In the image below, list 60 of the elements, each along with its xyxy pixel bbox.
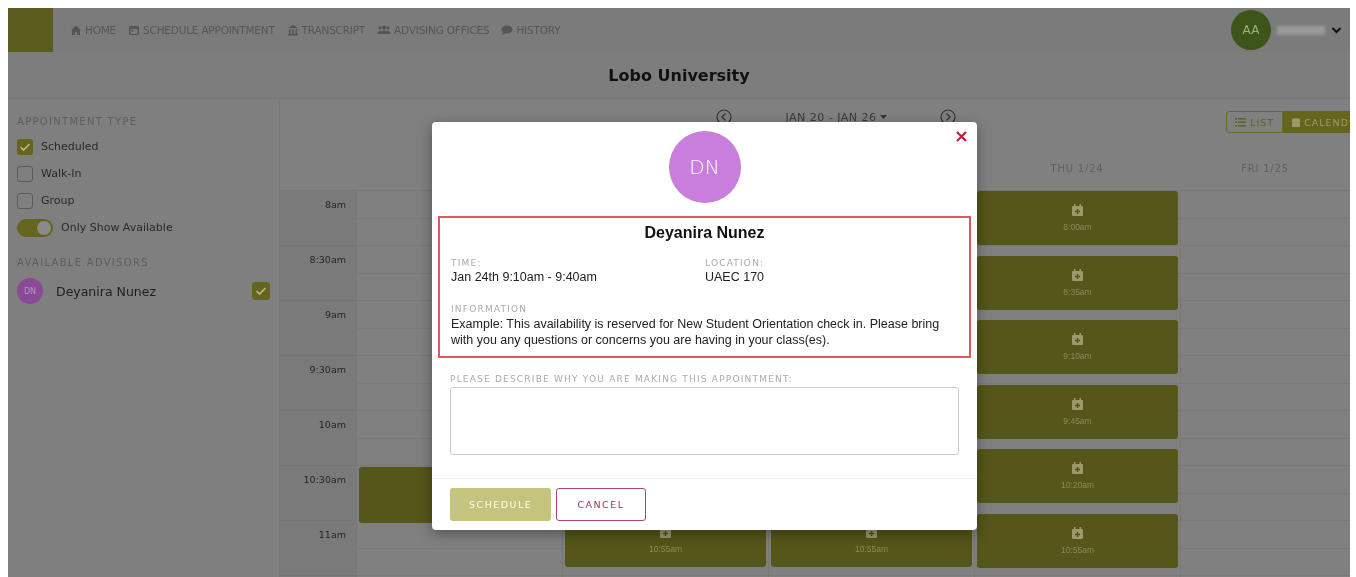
time-slot[interactable]: 9:45am (977, 384, 1178, 439)
checkbox[interactable] (17, 165, 33, 182)
time-label: 8:30am (309, 254, 346, 265)
reason-field[interactable] (450, 387, 959, 455)
toggle-label: Only Show Available (61, 221, 173, 234)
home-icon (70, 24, 82, 36)
time-label: 8am (324, 199, 346, 210)
chat-icon (501, 24, 514, 36)
slot-time: 10:55am (854, 544, 889, 554)
slot-time: 9:45am (1063, 415, 1092, 426)
advisor-name: Deyanira Nunez (643, 224, 766, 242)
checkbox-label: Scheduled (41, 140, 99, 153)
checkbox[interactable] (252, 282, 270, 300)
calendar-plus-icon (1072, 204, 1083, 216)
checkbox[interactable] (17, 138, 33, 155)
calendar-plus-icon (1072, 268, 1083, 281)
view-tab[interactable]: LIST (1226, 111, 1284, 133)
caret-down-icon (879, 114, 887, 120)
time-label: 9:30am (309, 364, 346, 375)
list-icon (1235, 117, 1247, 127)
field-label: TIME: (451, 258, 483, 268)
checkbox-label: Group (41, 194, 75, 207)
user-avatar[interactable]: AA (1231, 10, 1271, 50)
time-label: 11am (318, 529, 346, 540)
field-label: INFORMATION (451, 304, 529, 314)
chevron-down-icon (1331, 25, 1342, 35)
time-slot[interactable]: 10:55am (977, 513, 1178, 568)
toggle-switch[interactable] (17, 218, 53, 237)
time-label: 10:30am (303, 474, 346, 485)
field-value: UAEC 170 (705, 270, 766, 284)
users-icon (377, 24, 392, 36)
time-label: 9am (324, 309, 346, 320)
slot-time: 10:55am (1060, 544, 1095, 555)
field-label: PLEASE DESCRIBE WHY YOU ARE MAKING THIS APPOINTMENT: (450, 374, 794, 384)
calendar-icon (128, 24, 141, 36)
slot-time: 10:55am (648, 544, 683, 554)
advisor-avatar: DN (668, 131, 741, 203)
field-label: LOCATION: (705, 258, 766, 268)
cancel-button[interactable]: CANCEL (556, 488, 646, 521)
time-slot[interactable]: 8:35am (977, 255, 1178, 310)
checkbox-label: Walk-In (41, 167, 82, 180)
view-tab[interactable]: CALEND (1283, 111, 1350, 133)
blurred-name (1277, 25, 1325, 35)
time-label: 10am (318, 419, 346, 430)
slot-time: 10:20am (1060, 480, 1095, 490)
calendar-plus-icon (1072, 462, 1083, 474)
bank-icon (286, 24, 299, 36)
date-range-dropdown[interactable]: JAN 20 - JAN 26 (746, 110, 926, 124)
field-value: Jan 24th 9:10am - 9:40am (451, 270, 598, 284)
time-slot[interactable]: 10:20am (977, 449, 1178, 503)
calendar-icon (1292, 117, 1301, 127)
calendar-plus-icon (1072, 333, 1083, 345)
information-text: Example: This availability is reserved for New Student Orientation check in. Please bring with you any questions or concerns you are having in your class(es). (451, 316, 941, 348)
advisor-name: Deyanira Nunez (56, 283, 156, 299)
slot-time: 8:35am (1063, 286, 1092, 297)
checkbox[interactable] (17, 192, 33, 209)
calendar-plus-icon (1072, 397, 1083, 410)
logo-block[interactable] (8, 8, 53, 52)
advisor-avatar: DN (17, 278, 43, 304)
calendar-plus-icon (1072, 526, 1083, 539)
